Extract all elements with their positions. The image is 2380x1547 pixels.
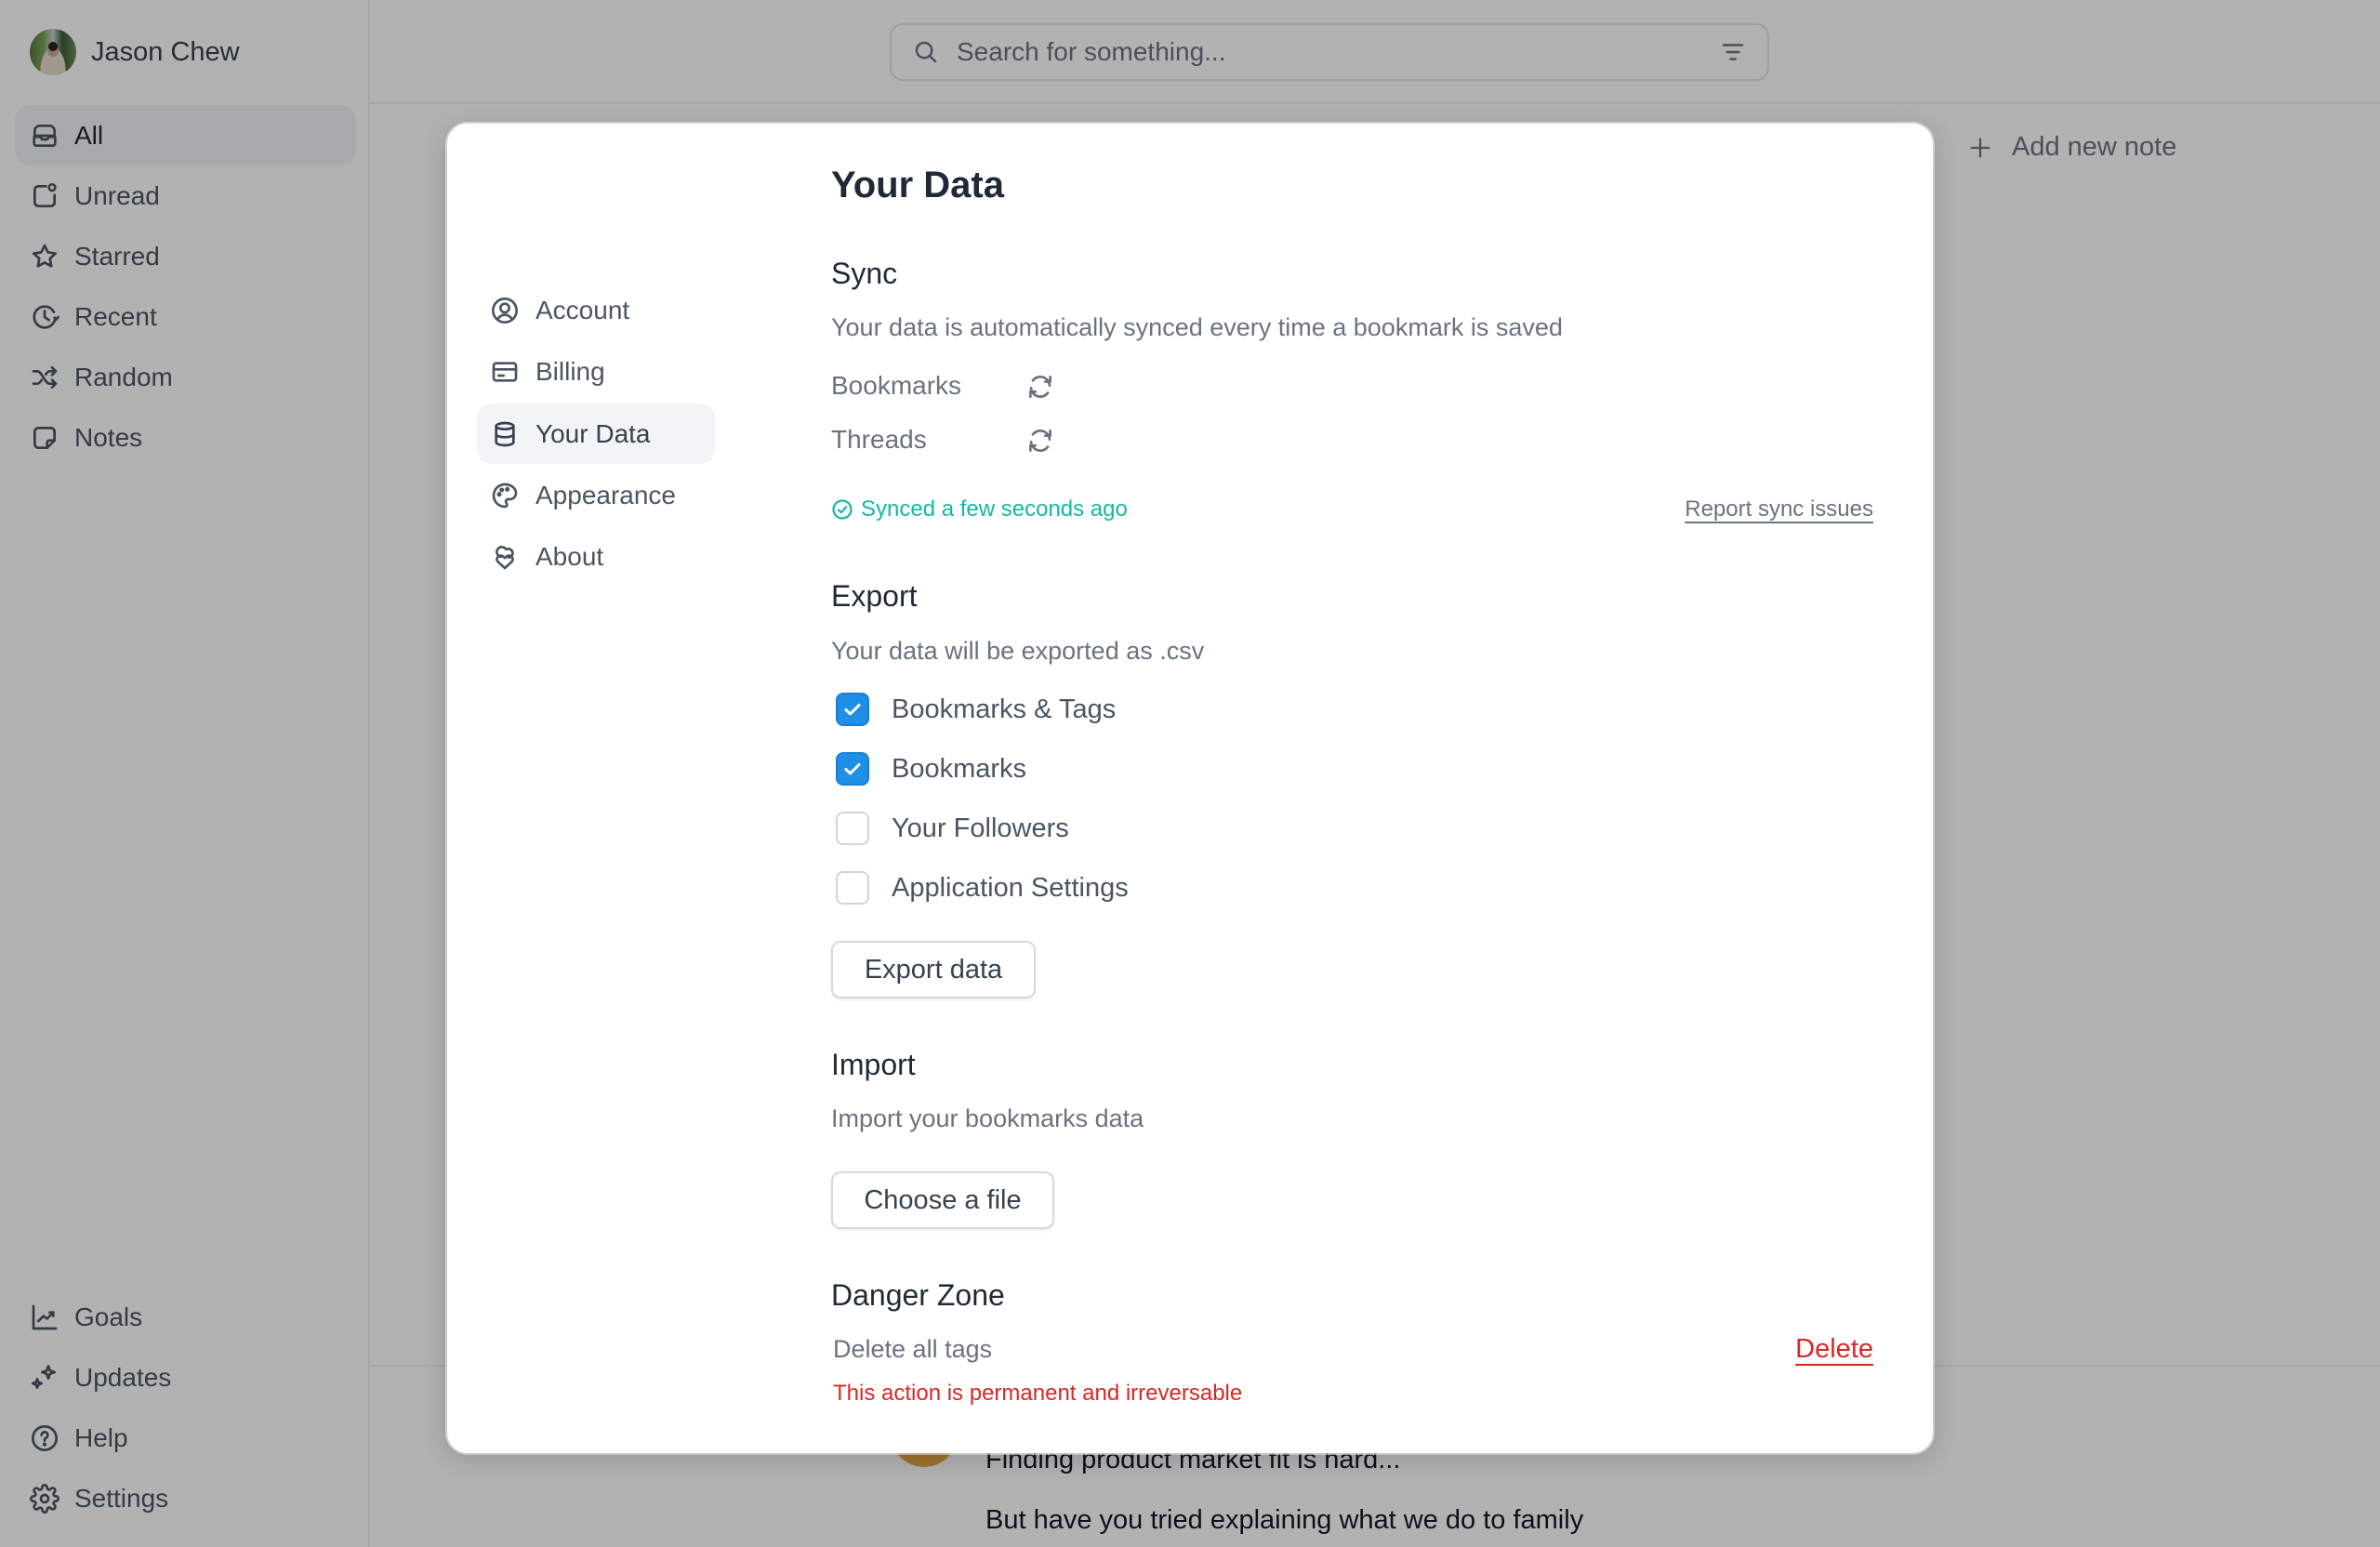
- check-icon: [844, 763, 861, 775]
- export-data-button[interactable]: Export data: [831, 941, 1036, 998]
- delete-tags-label: Delete all tags: [833, 1335, 993, 1363]
- settings-nav-about[interactable]: About: [477, 526, 715, 587]
- export-option[interactable]: Bookmarks & Tags: [831, 693, 1116, 726]
- settings-nav-appearance[interactable]: Appearance: [477, 465, 715, 525]
- choose-file-button[interactable]: Choose a file: [831, 1171, 1054, 1229]
- check-circle-icon: [832, 499, 853, 520]
- page-title: Your Data: [831, 165, 1004, 205]
- sync-heading: Sync: [831, 257, 898, 290]
- sync-item-label: Bookmarks: [831, 371, 962, 400]
- export-option[interactable]: Bookmarks: [831, 752, 1026, 786]
- settings-nav-your-data[interactable]: Your Data: [477, 403, 715, 464]
- danger-zone-heading: Danger Zone: [831, 1278, 1005, 1312]
- export-option-label: Application Settings: [892, 872, 1129, 903]
- checkbox[interactable]: [836, 693, 869, 726]
- settings-nav-label: Account: [536, 295, 630, 324]
- checkbox[interactable]: [836, 812, 869, 845]
- sync-description: Your data is automatically synced every …: [831, 313, 1563, 341]
- settings-nav-account[interactable]: Account: [477, 280, 715, 340]
- export-description: Your data will be exported as .csv: [831, 637, 1205, 665]
- refresh-icon[interactable]: [1025, 372, 1055, 402]
- check-icon: [844, 704, 861, 716]
- delete-warning: This action is permanent and irreversabl…: [833, 1381, 1243, 1406]
- settings-nav-label: Appearance: [536, 480, 677, 509]
- import-heading: Import: [831, 1048, 916, 1081]
- palette-icon: [492, 483, 518, 508]
- sync-status: Synced a few seconds ago: [831, 496, 1128, 522]
- user-circle-icon: [492, 297, 518, 324]
- sync-status-text: Synced a few seconds ago: [861, 496, 1128, 522]
- settings-nav-label: Your Data: [536, 418, 651, 448]
- export-option-label: Bookmarks & Tags: [892, 694, 1117, 724]
- refresh-icon[interactable]: [1025, 426, 1055, 456]
- export-option-label: Your Followers: [892, 813, 1069, 843]
- report-sync-issues-link[interactable]: Report sync issues: [1685, 496, 1873, 522]
- sync-item-label: Threads: [831, 425, 927, 454]
- settings-nav-label: Billing: [536, 356, 605, 386]
- checkbox[interactable]: [836, 752, 869, 786]
- settings-nav-billing[interactable]: Billing: [477, 341, 715, 402]
- about-icon: [496, 545, 514, 569]
- delete-tags-button[interactable]: Delete: [1795, 1334, 1873, 1365]
- import-description: Import your bookmarks data: [831, 1104, 1144, 1132]
- credit-card-icon: [492, 361, 518, 382]
- settings-modal: Account Billing Your Data Appearance Abo…: [447, 124, 1933, 1453]
- settings-nav-label: About: [536, 541, 604, 571]
- export-option[interactable]: Your Followers: [831, 812, 1069, 845]
- export-option-label: Bookmarks: [892, 753, 1027, 784]
- checkbox[interactable]: [836, 871, 869, 905]
- database-icon: [495, 421, 515, 446]
- export-option[interactable]: Application Settings: [831, 871, 1129, 905]
- export-heading: Export: [831, 579, 918, 613]
